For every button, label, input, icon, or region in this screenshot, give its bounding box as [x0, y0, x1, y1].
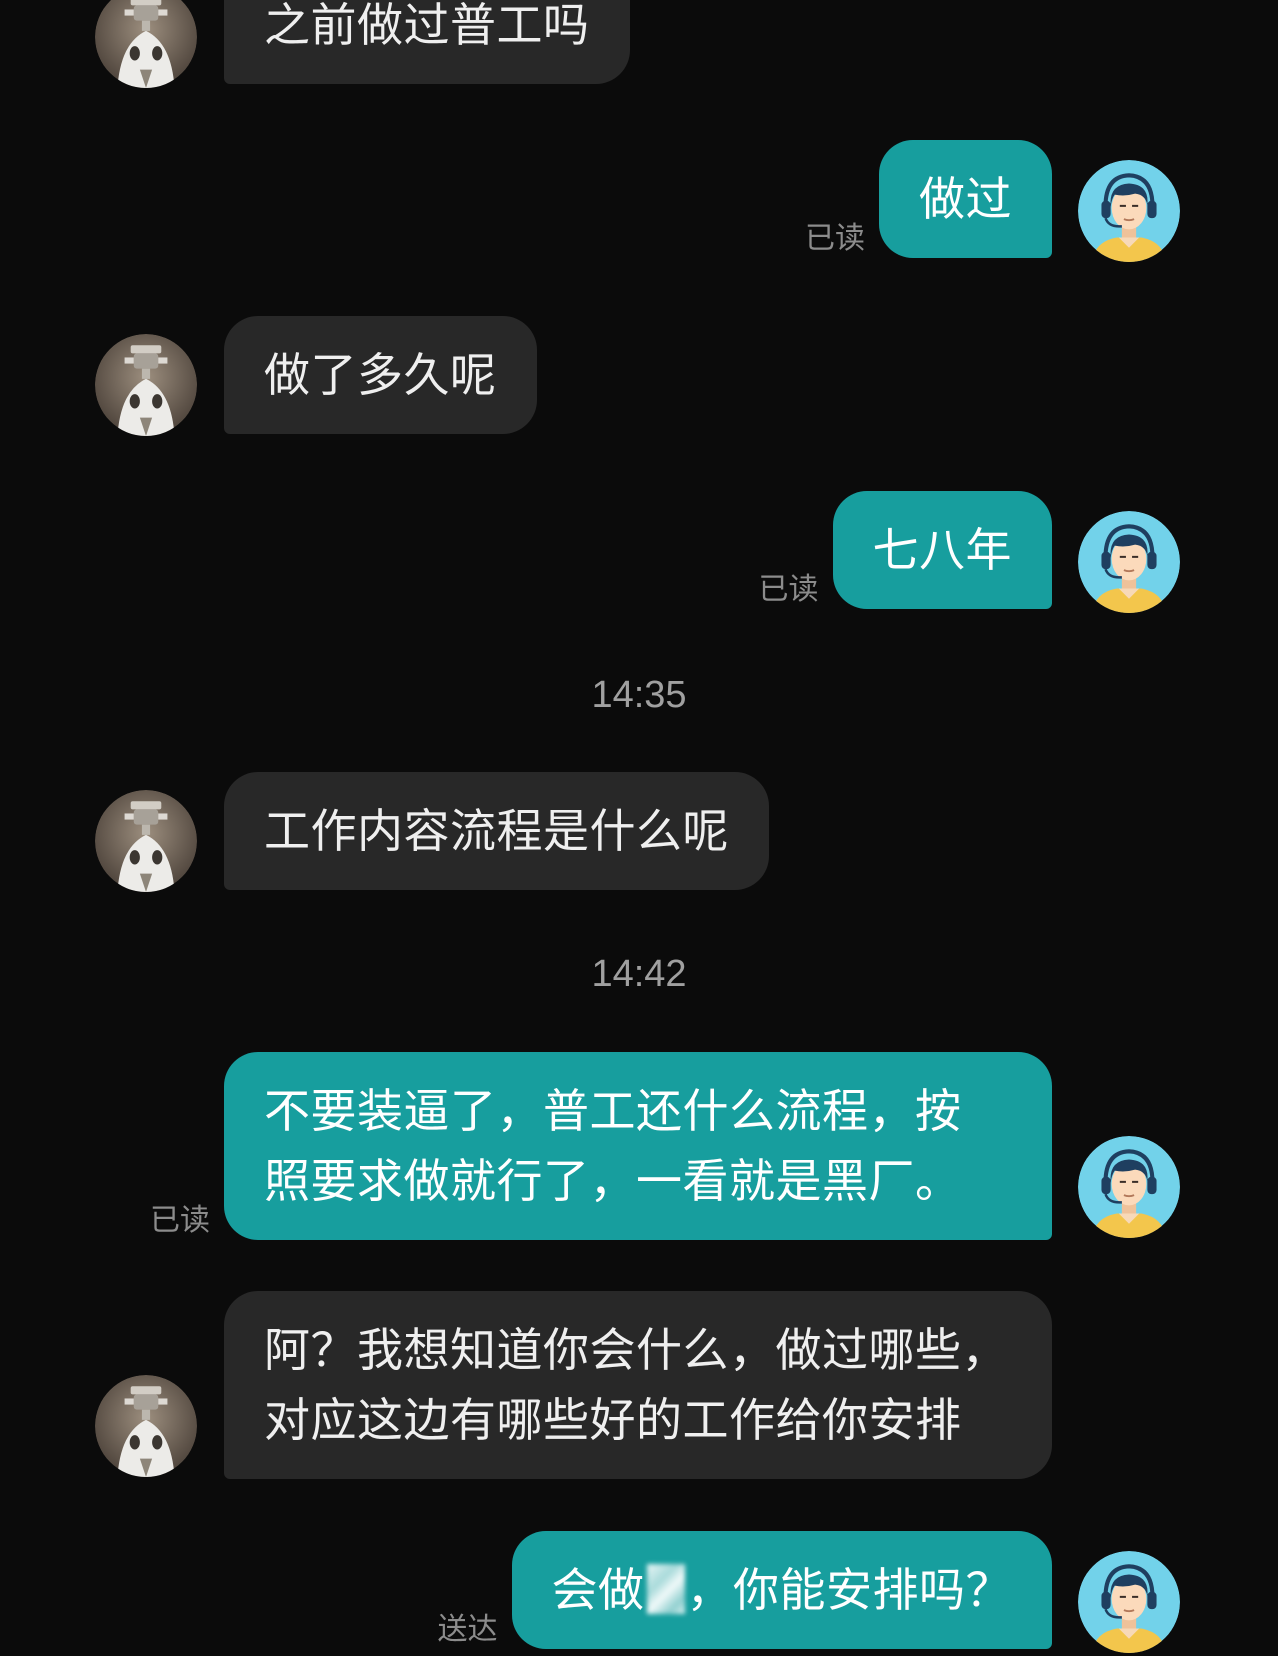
message-text-line: 不要装逼了，普工还什么流程，按 [264, 1084, 962, 1138]
message-text: 做了多久呢 [264, 348, 497, 402]
outgoing-message-bubble[interactable]: 七八年 [832, 491, 1052, 609]
headset-avatar-icon [1078, 1136, 1180, 1238]
my-avatar[interactable] [1078, 1551, 1180, 1653]
incoming-message: 之前做过普工吗 [224, 0, 630, 84]
my-avatar[interactable] [1078, 160, 1180, 262]
message-text-line: 照要求做就行了，一看就是黑厂。 [264, 1154, 962, 1208]
read-status: 已读 [805, 221, 865, 256]
contact-avatar[interactable] [95, 1375, 197, 1477]
delivered-status: 送达 [437, 1612, 498, 1647]
contact-avatar[interactable] [95, 790, 197, 892]
incoming-message-bubble[interactable]: 阿？我想知道你会什么，做过哪些， 对应这边有哪些好的工作给你安排 [224, 1291, 1052, 1479]
message-text: 七八年 [872, 523, 1012, 577]
outgoing-message: 送达 会做 ，你能安排吗？ [437, 1531, 1052, 1649]
message-text: 会做 ，你能安排吗？ [552, 1555, 1013, 1625]
my-avatar[interactable] [1078, 1136, 1180, 1238]
headset-avatar-icon [1078, 1551, 1180, 1653]
message-text-line: 阿？我想知道你会什么，做过哪些， [264, 1323, 1008, 1377]
incoming-message: 做了多久呢 [224, 316, 537, 434]
message-text-line: 对应这边有哪些好的工作给你安排 [264, 1393, 962, 1447]
message-text-part: 会做 [551, 1563, 645, 1617]
incoming-message-bubble[interactable]: 工作内容流程是什么呢 [224, 772, 769, 890]
contact-avatar[interactable] [95, 0, 197, 88]
chat-thread[interactable]: 之前做过普工吗 已读 做过 做了多久呢 已读 七八年 14:35 工作内容流程是… [0, 0, 1278, 1656]
timestamp: 14:35 [591, 674, 687, 716]
timestamp: 14:42 [591, 953, 687, 995]
robot-avatar-icon [95, 334, 197, 436]
headset-avatar-icon [1078, 511, 1180, 613]
outgoing-message: 已读 七八年 [758, 491, 1052, 609]
contact-avatar[interactable] [95, 334, 197, 436]
robot-avatar-icon [95, 1375, 197, 1477]
outgoing-message-bubble[interactable]: 做过 [879, 140, 1052, 258]
message-text: 之前做过普工吗 [264, 0, 590, 52]
incoming-message: 工作内容流程是什么呢 [224, 772, 769, 890]
incoming-message: 阿？我想知道你会什么，做过哪些， 对应这边有哪些好的工作给你安排 [224, 1291, 1052, 1479]
headset-avatar-icon [1078, 160, 1180, 262]
outgoing-message-bubble[interactable]: 不要装逼了，普工还什么流程，按 照要求做就行了，一看就是黑厂。 [224, 1052, 1052, 1240]
robot-avatar-icon [95, 790, 197, 892]
message-text: 工作内容流程是什么呢 [264, 804, 729, 858]
outgoing-message-bubble[interactable]: 会做 ，你能安排吗？ [511, 1531, 1052, 1649]
outgoing-message: 已读 不要装逼了，普工还什么流程，按 照要求做就行了，一看就是黑厂。 [150, 1052, 1052, 1240]
blurred-redaction [646, 1564, 685, 1614]
incoming-message-bubble[interactable]: 做了多久呢 [224, 316, 537, 434]
robot-avatar-icon [95, 0, 197, 88]
outgoing-message: 已读 做过 [805, 140, 1052, 258]
my-avatar[interactable] [1078, 511, 1180, 613]
message-text-part: ，你能安排吗？ [686, 1563, 1012, 1617]
read-status: 已读 [758, 572, 819, 607]
read-status: 已读 [150, 1203, 210, 1238]
incoming-message-bubble[interactable]: 之前做过普工吗 [224, 0, 630, 84]
message-text: 做过 [919, 172, 1012, 226]
